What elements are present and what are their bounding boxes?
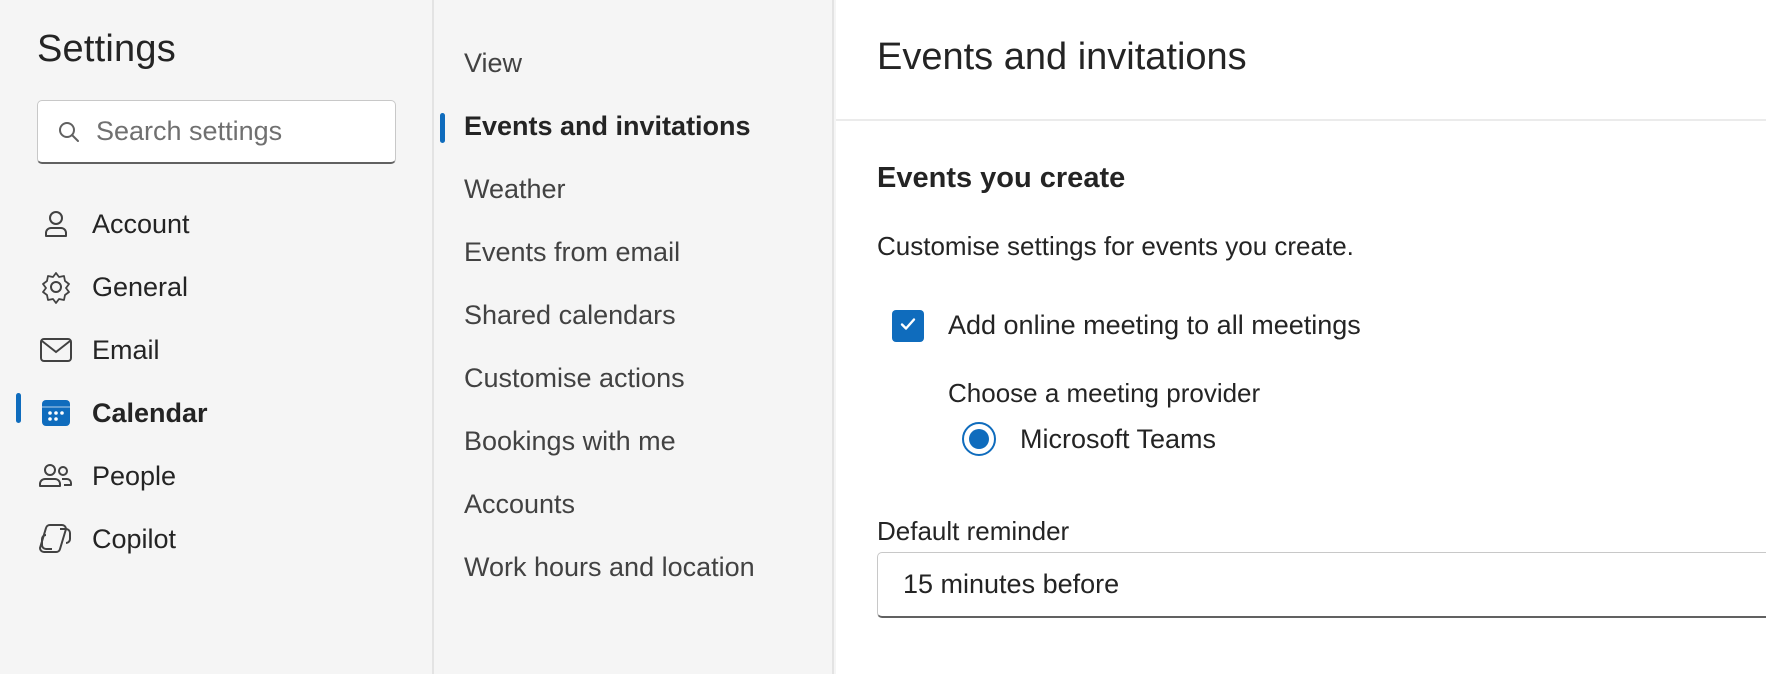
microsoft-teams-label[interactable]: Microsoft Teams <box>1020 424 1216 455</box>
subnav-item-customise-actions[interactable]: Customise actions <box>436 350 834 406</box>
subnav-item-label: Events from email <box>464 236 681 267</box>
radio-selected-dot <box>969 429 989 449</box>
nav-item-email[interactable]: Email <box>0 322 434 378</box>
people-icon <box>38 458 74 494</box>
nav-item-people[interactable]: People <box>0 448 434 504</box>
section-description: Customise settings for events you create… <box>877 231 1354 261</box>
subnav-item-weather[interactable]: Weather <box>436 161 834 217</box>
copilot-icon <box>38 521 74 557</box>
default-reminder-dropdown[interactable]: 15 minutes before <box>877 552 1766 618</box>
page-title: Events and invitations <box>877 36 1247 78</box>
nav-item-label: Copilot <box>92 523 177 554</box>
nav-item-label: People <box>92 460 177 491</box>
person-icon <box>38 206 74 242</box>
meeting-provider-label: Choose a meeting provider <box>948 378 1261 408</box>
subnav-item-label: Work hours and location <box>464 551 755 582</box>
search-settings-input[interactable] <box>96 116 386 147</box>
search-icon <box>56 119 82 145</box>
nav-item-general[interactable]: General <box>0 259 434 315</box>
subnav-item-view[interactable]: View <box>436 35 834 91</box>
section-heading: Events you create <box>877 162 1126 194</box>
subnav-item-label: Shared calendars <box>464 299 676 330</box>
subnav-item-label: Customise actions <box>464 362 685 393</box>
nav-item-label: Email <box>92 334 160 365</box>
subnav-item-shared-calendars[interactable]: Shared calendars <box>436 287 834 343</box>
mail-icon <box>38 332 74 368</box>
subnav-item-label: Accounts <box>464 488 576 519</box>
nav-item-calendar[interactable]: Calendar <box>0 385 434 441</box>
search-settings-box[interactable] <box>37 100 396 164</box>
online-meeting-checkbox[interactable] <box>892 310 924 342</box>
online-meeting-label[interactable]: Add online meeting to all meetings <box>948 310 1361 341</box>
settings-content: Events and invitations Events you create… <box>836 0 1766 674</box>
gear-icon <box>38 269 74 305</box>
calendar-subnav: View Events and invitations Weather Even… <box>436 0 834 674</box>
subnav-item-accounts[interactable]: Accounts <box>436 476 834 532</box>
nav-item-account[interactable]: Account <box>0 196 434 252</box>
calendar-icon <box>38 395 74 431</box>
default-reminder-value: 15 minutes before <box>903 569 1120 599</box>
subnav-item-label: Events and invitations <box>464 110 751 141</box>
subnav-item-bookings-with-me[interactable]: Bookings with me <box>436 413 834 469</box>
nav-item-copilot[interactable]: Copilot <box>0 511 434 567</box>
nav-item-label: General <box>92 271 189 302</box>
nav-item-label: Account <box>92 208 190 239</box>
subnav-item-events-and-invitations[interactable]: Events and invitations <box>436 98 834 154</box>
subnav-item-label: Bookings with me <box>464 425 676 456</box>
subnav-item-label: Weather <box>464 173 566 204</box>
nav-item-label: Calendar <box>92 397 208 428</box>
subnav-item-events-from-email[interactable]: Events from email <box>436 224 834 280</box>
microsoft-teams-radio[interactable] <box>962 422 996 456</box>
subnav-item-label: View <box>464 47 523 78</box>
default-reminder-label: Default reminder <box>877 516 1070 546</box>
checkmark-icon <box>898 314 918 339</box>
settings-nav: Settings Account General Email Calendar <box>0 0 434 674</box>
subnav-item-work-hours-and-location[interactable]: Work hours and location <box>436 539 834 595</box>
header-divider <box>836 119 1766 121</box>
settings-title: Settings <box>37 28 176 70</box>
